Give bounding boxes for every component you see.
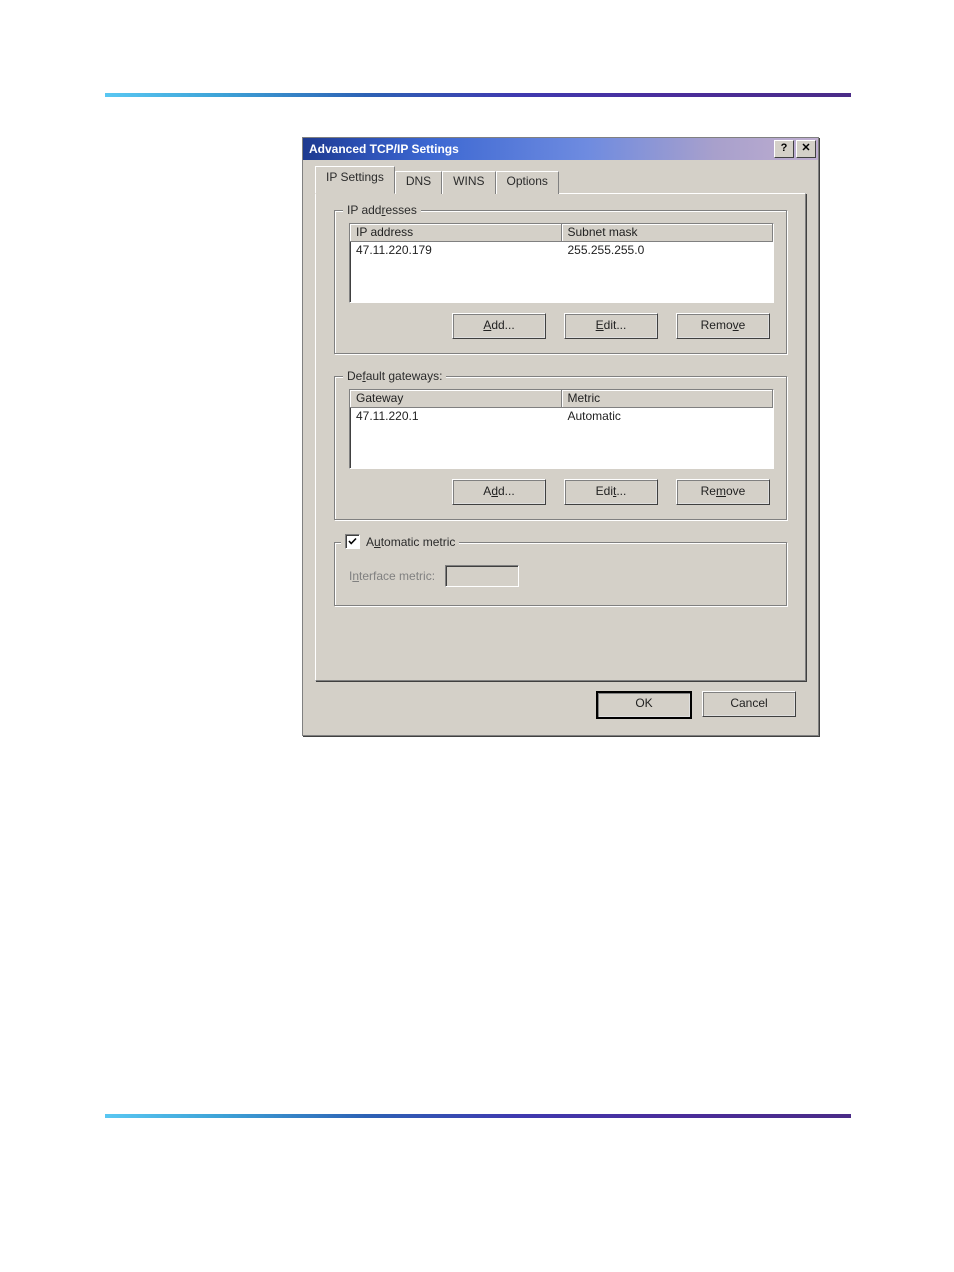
cell-gateway: 47.11.220.1 <box>350 408 562 425</box>
tab-ip-settings[interactable]: IP Settings <box>315 166 395 194</box>
decor-bar-top <box>105 93 851 97</box>
col-metric[interactable]: Metric <box>562 390 774 408</box>
dialog-advanced-tcpip: Advanced TCP/IP Settings ? ✕ IP Settings… <box>302 137 819 736</box>
decor-bar-bottom <box>105 1114 851 1118</box>
tab-options[interactable]: Options <box>496 171 559 194</box>
gw-remove-button[interactable]: Remove <box>676 479 770 505</box>
ip-buttons: Add... Edit... Remove <box>349 313 772 339</box>
ip-remove-button[interactable]: Remove <box>676 313 770 339</box>
col-subnet-mask[interactable]: Subnet mask <box>562 224 774 242</box>
list-row[interactable]: 47.11.220.179 255.255.255.0 <box>350 242 773 259</box>
cancel-button[interactable]: Cancel <box>702 691 796 717</box>
titlebar[interactable]: Advanced TCP/IP Settings ? ✕ <box>303 138 818 160</box>
list-ip-addresses[interactable]: IP address Subnet mask 47.11.220.179 255… <box>349 223 774 303</box>
col-gateway[interactable]: Gateway <box>350 390 562 408</box>
col-ip-address[interactable]: IP address <box>350 224 562 242</box>
tab-dns[interactable]: DNS <box>395 171 442 194</box>
list-header: Gateway Metric <box>350 390 773 408</box>
check-icon <box>348 537 357 546</box>
gw-buttons: Add... Edit... Remove <box>349 479 772 505</box>
list-header: IP address Subnet mask <box>350 224 773 242</box>
tabpage-ip-settings: IP addresses IP address Subnet mask 47.1… <box>315 193 806 681</box>
automatic-metric-label: Automatic metric <box>366 535 455 549</box>
group-ip-addresses-legend: IP addresses <box>343 203 421 217</box>
help-button[interactable]: ? <box>774 140 794 158</box>
page: Advanced TCP/IP Settings ? ✕ IP Settings… <box>0 0 954 1272</box>
interface-metric-input <box>445 565 519 587</box>
tab-wins[interactable]: WINS <box>442 171 495 194</box>
automatic-metric-checkbox[interactable] <box>345 534 360 549</box>
gw-add-button[interactable]: Add... <box>452 479 546 505</box>
interface-metric-label: Interface metric: <box>349 569 435 583</box>
tabstrip: IP Settings DNS WINS Options <box>315 170 806 194</box>
list-row[interactable]: 47.11.220.1 Automatic <box>350 408 773 425</box>
close-button[interactable]: ✕ <box>796 140 816 158</box>
ip-edit-button[interactable]: Edit... <box>564 313 658 339</box>
dialog-buttons: OK Cancel <box>596 691 796 719</box>
group-automatic-metric: Automatic metric Interface metric: <box>334 542 787 606</box>
group-gateways-legend: Default gateways: <box>343 369 446 383</box>
list-gateways[interactable]: Gateway Metric 47.11.220.1 Automatic <box>349 389 774 469</box>
ip-add-button[interactable]: Add... <box>452 313 546 339</box>
ok-button[interactable]: OK <box>596 691 692 719</box>
gw-edit-button[interactable]: Edit... <box>564 479 658 505</box>
cell-mask: 255.255.255.0 <box>562 242 774 259</box>
cell-ip: 47.11.220.179 <box>350 242 562 259</box>
group-ip-addresses: IP addresses IP address Subnet mask 47.1… <box>334 210 787 354</box>
window-title: Advanced TCP/IP Settings <box>309 142 772 156</box>
client-area: IP Settings DNS WINS Options IP addresse… <box>303 160 818 691</box>
cell-metric: Automatic <box>562 408 774 425</box>
group-default-gateways: Default gateways: Gateway Metric 47.11.2… <box>334 376 787 520</box>
automatic-metric-legend: Automatic metric <box>341 534 459 549</box>
interface-metric-row: Interface metric: <box>349 565 772 587</box>
